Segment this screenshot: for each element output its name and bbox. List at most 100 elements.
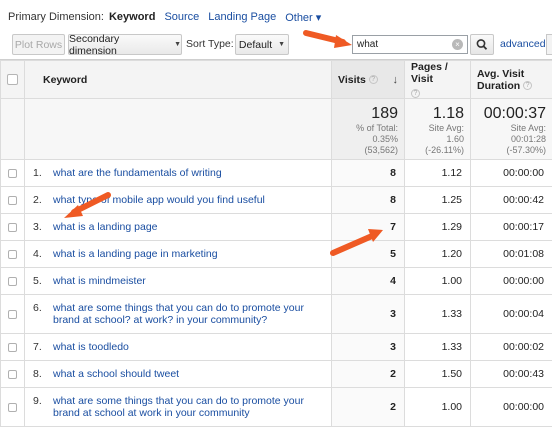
keyword-link[interactable]: what is a landing page in marketing	[53, 248, 318, 260]
avg-duration-cell: 00:00:43	[471, 361, 552, 388]
pages-visit-cell: 1.00	[405, 268, 471, 295]
keyword-cell: 7.what is toodledo	[25, 334, 332, 361]
primary-dimension-landing-page[interactable]: Landing Page	[208, 11, 276, 23]
help-icon[interactable]: ?	[523, 81, 532, 90]
row-checkbox[interactable]	[8, 310, 17, 319]
search-button[interactable]	[470, 34, 494, 55]
view-toggle-button[interactable]	[546, 34, 552, 55]
row-checkbox[interactable]	[8, 277, 17, 286]
keyword-link[interactable]: what is a landing page	[53, 221, 318, 233]
row-checkbox-cell	[1, 334, 25, 361]
report-table-container: Keyword Visits ? ↓ Pages / Visit ? Avg. …	[0, 59, 552, 410]
totals-visits-sub2: 0.35%	[332, 134, 398, 145]
column-header-visits[interactable]: Visits ? ↓	[332, 61, 405, 99]
primary-dimension-keyword[interactable]: Keyword	[109, 11, 155, 23]
table-row[interactable]: 9.what are some things that you can do t…	[1, 388, 552, 427]
avg-duration-cell: 00:00:00	[471, 160, 552, 187]
totals-duration-cell: 00:00:37 Site Avg: 00:01:28 (-57.30%)	[471, 99, 552, 160]
row-checkbox-cell	[1, 214, 25, 241]
column-header-pages-visit[interactable]: Pages / Visit ?	[405, 61, 471, 99]
clear-search-icon[interactable]: ×	[452, 39, 463, 50]
table-row[interactable]: 5.what is mindmeister41.0000:00:00	[1, 268, 552, 295]
help-icon[interactable]: ?	[369, 75, 378, 84]
visits-cell: 5	[332, 241, 405, 268]
keyword-link[interactable]: what a school should tweet	[53, 368, 318, 380]
table-row[interactable]: 3.what is a landing page71.2900:00:17	[1, 214, 552, 241]
column-header-keyword[interactable]: Keyword	[25, 61, 332, 99]
primary-dimension-label: Primary Dimension:	[8, 11, 104, 23]
advanced-filter-link[interactable]: advanced	[500, 38, 546, 50]
row-checkbox[interactable]	[8, 370, 17, 379]
totals-pages-cell: 1.18 Site Avg: 1.60 (-26.11%)	[405, 99, 471, 160]
totals-duration-sub2: 00:01:28	[471, 134, 546, 145]
keyword-cell: 3.what is a landing page	[25, 214, 332, 241]
keyword-cell: 5.what is mindmeister	[25, 268, 332, 295]
keyword-cell: 8.what a school should tweet	[25, 361, 332, 388]
keyword-cell: 1.what are the fundamentals of writing	[25, 160, 332, 187]
row-checkbox[interactable]	[8, 196, 17, 205]
row-checkbox[interactable]	[8, 250, 17, 259]
avg-duration-cell: 00:00:17	[471, 214, 552, 241]
secondary-dimension-dropdown[interactable]: Secondary dimension ▼	[68, 34, 182, 55]
secondary-dimension-label: Secondary dimension	[69, 33, 168, 57]
totals-duration-sub1: Site Avg:	[471, 123, 546, 134]
totals-pages-value: 1.18	[405, 105, 464, 123]
column-header-avg-duration-line1: Avg. Visit	[477, 68, 524, 80]
column-header-avg-duration[interactable]: Avg. Visit Duration ?	[471, 61, 552, 99]
avg-duration-cell: 00:00:00	[471, 268, 552, 295]
row-checkbox[interactable]	[8, 169, 17, 178]
keyword-link[interactable]: what is mindmeister	[53, 275, 318, 287]
search-input[interactable]: what ×	[352, 35, 468, 54]
totals-visits-value: 189	[332, 105, 398, 123]
header-checkbox-cell	[1, 61, 25, 99]
row-rank: 9.	[33, 395, 53, 407]
keyword-link[interactable]: what are the fundamentals of writing	[53, 167, 318, 179]
totals-duration-sub3: (-57.30%)	[471, 145, 546, 156]
visits-cell: 3	[332, 334, 405, 361]
row-checkbox-cell	[1, 160, 25, 187]
table-row[interactable]: 2.what type of mobile app would you find…	[1, 187, 552, 214]
row-rank: 5.	[33, 275, 53, 287]
primary-dimension-source[interactable]: Source	[164, 11, 199, 23]
row-checkbox-cell	[1, 187, 25, 214]
sort-type-dropdown[interactable]: Default ▼	[235, 34, 289, 55]
row-checkbox[interactable]	[8, 343, 17, 352]
help-icon[interactable]: ?	[411, 89, 420, 98]
table-row[interactable]: 7.what is toodledo31.3300:00:02	[1, 334, 552, 361]
row-checkbox[interactable]	[8, 403, 17, 412]
pages-visit-cell: 1.33	[405, 295, 471, 334]
totals-visits-sub1: % of Total:	[332, 123, 398, 134]
keyword-link[interactable]: what are some things that you can do to …	[53, 395, 318, 419]
row-checkbox[interactable]	[8, 223, 17, 232]
visits-cell: 3	[332, 295, 405, 334]
chevron-down-icon: ▼	[278, 41, 285, 48]
table-row[interactable]: 1.what are the fundamentals of writing81…	[1, 160, 552, 187]
keyword-link[interactable]: what type of mobile app would you find u…	[53, 194, 318, 206]
row-checkbox-cell	[1, 295, 25, 334]
keyword-link[interactable]: what is toodledo	[53, 341, 318, 353]
avg-duration-cell: 00:00:04	[471, 295, 552, 334]
table-row[interactable]: 6.what are some things that you can do t…	[1, 295, 552, 334]
primary-dimension-bar: Primary Dimension: Keyword Source Landin…	[0, 0, 552, 34]
visits-cell: 8	[332, 160, 405, 187]
pages-visit-cell: 1.29	[405, 214, 471, 241]
column-header-avg-duration-line2: Duration	[477, 80, 520, 92]
select-all-checkbox[interactable]	[7, 74, 18, 85]
row-checkbox-cell	[1, 388, 25, 427]
plot-rows-button[interactable]: Plot Rows	[12, 34, 65, 55]
primary-dimension-other[interactable]: Other ▾	[285, 11, 321, 24]
visits-cell: 2	[332, 361, 405, 388]
pages-visit-cell: 1.12	[405, 160, 471, 187]
report-table: Keyword Visits ? ↓ Pages / Visit ? Avg. …	[0, 60, 552, 427]
totals-duration-value: 00:00:37	[471, 105, 546, 123]
pages-visit-cell: 1.33	[405, 334, 471, 361]
table-row[interactable]: 4.what is a landing page in marketing51.…	[1, 241, 552, 268]
row-checkbox-cell	[1, 361, 25, 388]
table-row[interactable]: 8.what a school should tweet21.5000:00:4…	[1, 361, 552, 388]
totals-row: 189 % of Total: 0.35% (53,562) 1.18 Site…	[1, 99, 552, 160]
avg-duration-cell: 00:00:02	[471, 334, 552, 361]
keyword-link[interactable]: what are some things that you can do to …	[53, 302, 318, 326]
column-header-keyword-label: Keyword	[43, 74, 87, 86]
totals-pages-sub1: Site Avg:	[405, 123, 464, 134]
column-header-visits-label: Visits	[338, 74, 366, 86]
